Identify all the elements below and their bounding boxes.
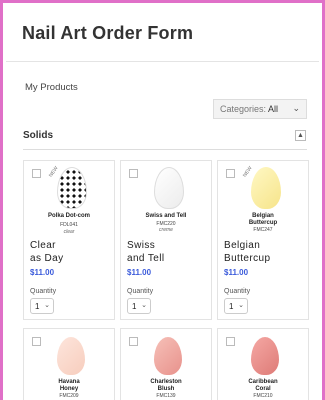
package-code: FMC247: [253, 227, 273, 233]
new-badge: NEW: [242, 165, 254, 179]
chevron-up-icon: ▲: [297, 132, 304, 139]
product-card: NEW Belgian Buttercup FMC247 Belgian But…: [217, 160, 309, 320]
product-card: NEW Polka Dot-com FDL041 clear Clear as …: [23, 160, 115, 320]
category-heading: Solids: [23, 130, 54, 141]
package-code: FMC210: [253, 393, 273, 399]
package-name: Caribbean Coral: [248, 379, 278, 392]
product-image: [57, 337, 85, 375]
quantity-value: 1: [35, 301, 40, 311]
my-products-label: My Products: [25, 82, 78, 93]
package-finish: creme: [159, 227, 173, 233]
product-checkbox[interactable]: [129, 169, 138, 178]
quantity-value: 1: [229, 301, 234, 311]
product-name: Belgian Buttercup: [224, 240, 271, 264]
product-card: Charleston Blush FMC139: [120, 328, 212, 400]
chevron-down-icon: ⌄: [292, 103, 300, 113]
product-card: Caribbean Coral FMC210: [217, 328, 309, 400]
chevron-down-icon: ⌄: [44, 302, 50, 309]
quantity-label: Quantity: [30, 288, 57, 295]
page-title: Nail Art Order Form: [22, 23, 194, 43]
category-divider: [23, 149, 307, 150]
product-checkbox[interactable]: [226, 337, 235, 346]
package-name: Charleston Blush: [150, 379, 182, 392]
package-name: Havana Honey: [58, 379, 80, 392]
product-card: Swiss and Tell FMC220 creme Swiss and Te…: [120, 160, 212, 320]
product-price: $11.00: [127, 268, 152, 277]
filter-selected-value: All: [268, 104, 279, 114]
product-name: Swiss and Tell: [127, 240, 165, 264]
product-price: $11.00: [30, 268, 55, 277]
filter-label: Categories:: [220, 104, 267, 114]
package-name: Belgian Buttercup: [248, 213, 278, 226]
quantity-select[interactable]: 1 ⌄: [127, 298, 151, 314]
quantity-label: Quantity: [224, 288, 251, 295]
chevron-down-icon: ⌄: [238, 302, 244, 309]
quantity-label: Quantity: [127, 288, 154, 295]
new-badge: NEW: [48, 165, 60, 179]
category-filter-select[interactable]: Categories: All ⌄: [213, 99, 307, 119]
package-code: FDL041: [60, 222, 78, 228]
product-image: [57, 167, 87, 209]
package-code: FMC139: [156, 393, 176, 399]
product-image: [154, 337, 182, 375]
quantity-select[interactable]: 1 ⌄: [224, 298, 248, 314]
package-finish: clear: [63, 229, 75, 235]
package-name: Swiss and Tell: [145, 213, 187, 219]
chevron-down-icon: ⌄: [141, 302, 147, 309]
package-code: FMC209: [59, 393, 79, 399]
product-card: Havana Honey FMC209: [23, 328, 115, 400]
product-checkbox[interactable]: [32, 169, 41, 178]
package-name: Polka Dot-com: [47, 213, 90, 219]
quantity-value: 1: [132, 301, 137, 311]
order-form-window: Nail Art Order Form My Products Categori…: [0, 0, 325, 400]
product-checkbox[interactable]: [32, 337, 41, 346]
product-checkbox[interactable]: [226, 169, 235, 178]
product-price: $11.00: [224, 268, 249, 277]
header-divider: [6, 61, 319, 62]
product-image: [251, 167, 281, 209]
product-image: [251, 337, 279, 375]
quantity-select[interactable]: 1 ⌄: [30, 298, 54, 314]
collapse-button[interactable]: ▲: [295, 130, 306, 141]
product-checkbox[interactable]: [129, 337, 138, 346]
product-name: Clear as Day: [30, 240, 64, 264]
product-image: [154, 167, 184, 209]
